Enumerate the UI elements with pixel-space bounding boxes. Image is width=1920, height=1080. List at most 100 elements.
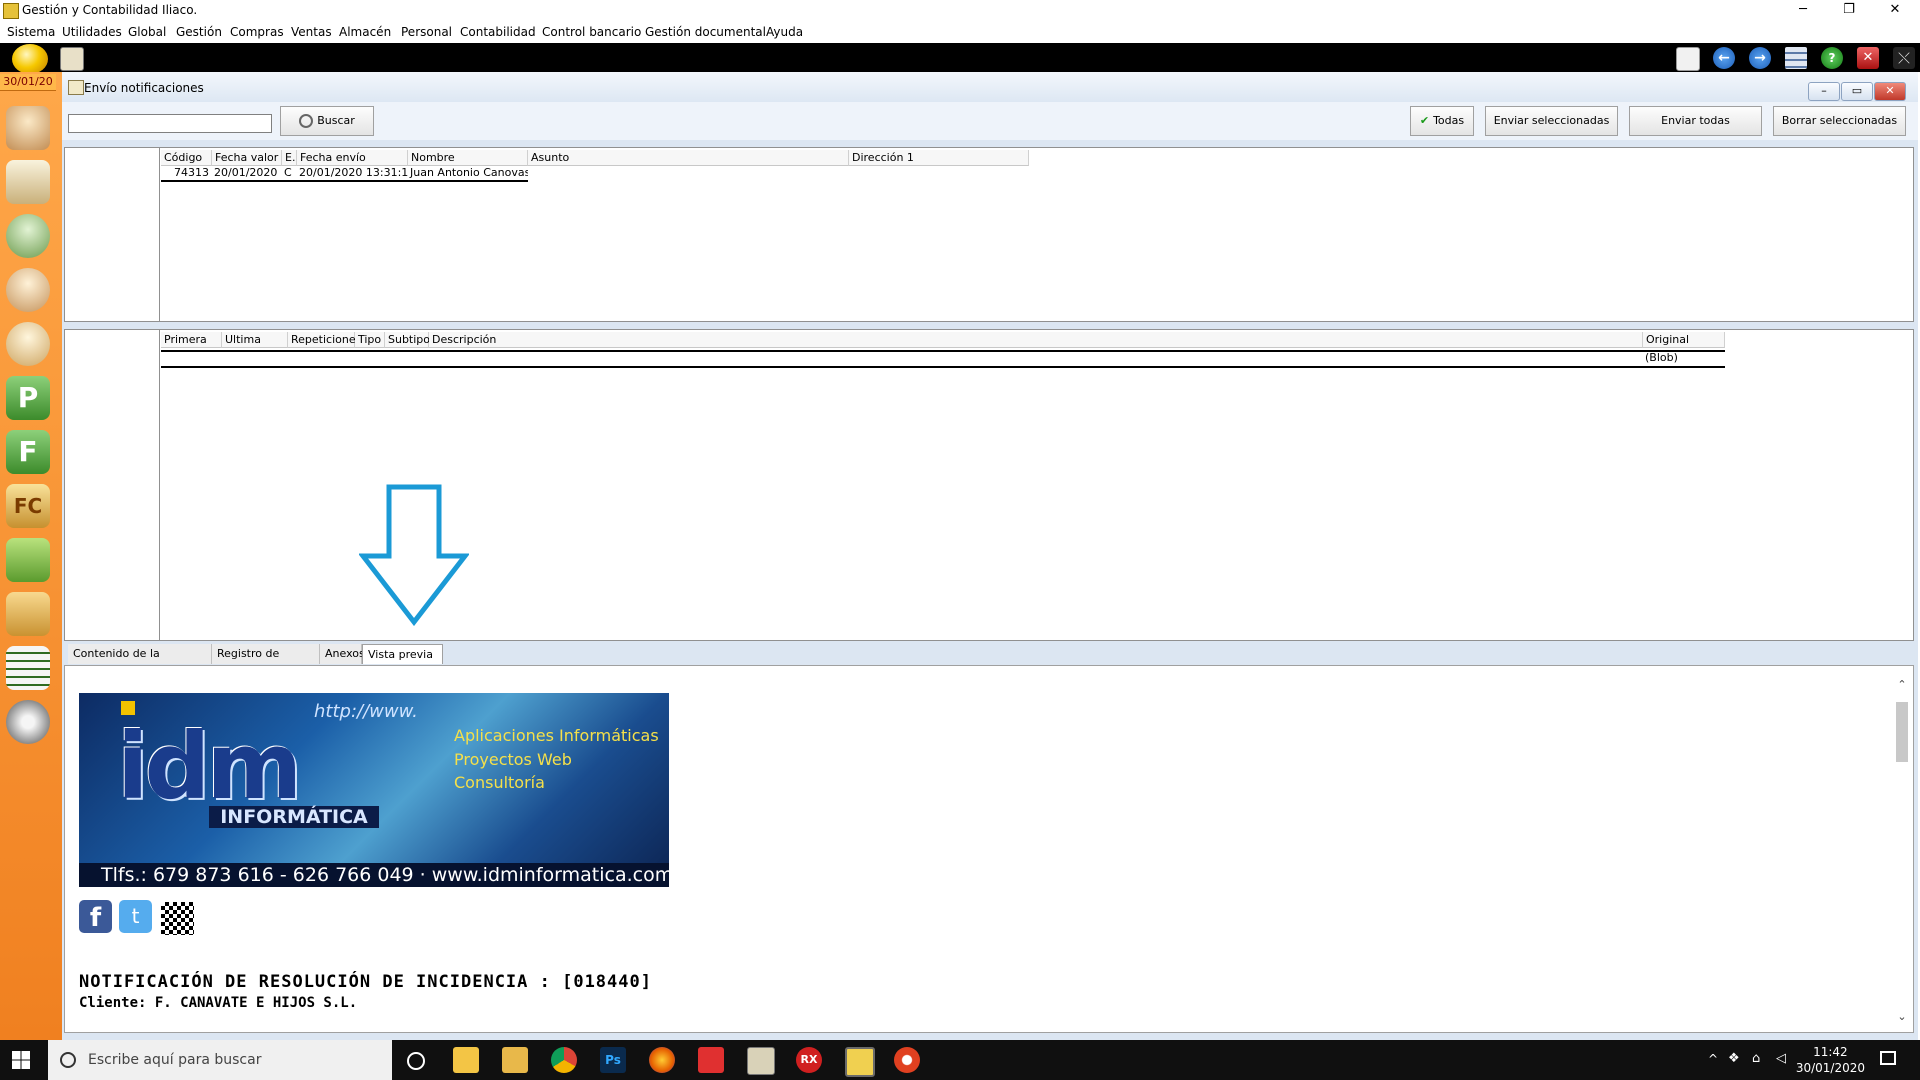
scroll-up-icon[interactable]: ⌃ — [1895, 678, 1909, 692]
list-report-icon[interactable] — [6, 646, 50, 690]
col-asunto[interactable]: Asunto — [528, 150, 849, 166]
col-subtipo[interactable]: Subtipo — [385, 332, 430, 348]
tray-chevron-icon[interactable]: ^ — [1708, 1052, 1718, 1066]
table-row[interactable]: 74313 20/01/2020 C 20/01/2020 13:31:14 J… — [161, 166, 528, 182]
gestion-app-icon[interactable] — [845, 1047, 875, 1077]
menu-gestion-documental[interactable]: Gestión documental — [645, 25, 766, 39]
notifications-table: Código Fecha valor E. Fecha envío Nombre… — [161, 150, 1111, 182]
inner-close-button[interactable]: ✕ — [1874, 82, 1906, 101]
close-window-icon[interactable]: ✕ — [1857, 47, 1879, 69]
menu-utilidades[interactable]: Utilidades — [62, 25, 122, 39]
facebook-icon[interactable]: f — [79, 900, 112, 933]
menu-almacen[interactable]: Almacén — [339, 25, 391, 39]
forward-arrow-icon[interactable]: → — [1749, 47, 1771, 69]
col-descripcion[interactable]: Descripción — [429, 332, 1643, 348]
col-ultima[interactable]: Ultima — [222, 332, 288, 348]
inner-window-title: Envío notificaciones — [84, 81, 204, 95]
client-icon[interactable] — [6, 214, 50, 258]
scroll-thumb[interactable] — [1896, 702, 1908, 762]
col-estado[interactable]: E. — [282, 150, 297, 166]
search-input[interactable] — [68, 114, 272, 133]
media-app-icon[interactable] — [894, 1047, 920, 1073]
inner-maximize-button[interactable]: ▭ — [1841, 82, 1873, 101]
borrar-seleccionadas-button[interactable]: Borrar seleccionadas — [1773, 106, 1906, 136]
exit-tools-icon[interactable]: ⤬ — [1893, 47, 1915, 69]
menu-global[interactable]: Global — [128, 25, 166, 39]
home-orb-icon[interactable] — [12, 44, 48, 74]
search-icon — [60, 1052, 76, 1068]
inner-minimize-button[interactable]: – — [1808, 82, 1840, 101]
menu-control-bancario[interactable]: Control bancario — [542, 25, 641, 39]
minimize-button[interactable]: ─ — [1780, 0, 1826, 22]
enviar-todas-button[interactable]: Enviar todas — [1629, 106, 1762, 136]
search-button[interactable]: Buscar — [280, 106, 374, 136]
col-primera[interactable]: Primera — [161, 332, 222, 348]
banner-service-3: Consultoría — [454, 773, 545, 792]
twitter-icon[interactable]: t — [119, 900, 152, 933]
provider-icon[interactable] — [6, 268, 50, 312]
menu-gestion[interactable]: Gestión — [176, 25, 222, 39]
maximize-button[interactable]: ❐ — [1826, 0, 1872, 22]
company-banner-image: idm INFORMÁTICA http://www. Aplicaciones… — [79, 693, 669, 887]
table-row[interactable]: (Blob) — [161, 350, 1725, 368]
help-icon[interactable]: ? — [1821, 47, 1843, 69]
menu-sistema[interactable]: Sistema — [7, 25, 55, 39]
volume-icon[interactable]: ◁ — [1776, 1051, 1786, 1066]
tab-registro-eventos[interactable]: Registro de eventos — [212, 644, 320, 680]
taskbar-search[interactable]: Escribe aquí para buscar — [48, 1040, 392, 1080]
anydesk-icon[interactable] — [698, 1047, 724, 1073]
checkmark-icon: ✔ — [1419, 114, 1430, 127]
col-fecha-envio[interactable]: Fecha envío — [297, 150, 408, 166]
firefox-icon[interactable] — [649, 1047, 675, 1073]
enviar-seleccionadas-button[interactable]: Enviar seleccionadas — [1485, 106, 1618, 136]
folder-icon[interactable] — [6, 592, 50, 636]
scroll-down-icon[interactable]: ⌄ — [1895, 1010, 1909, 1024]
notification-heading: NOTIFICACIÓN DE RESOLUCIÓN DE INCIDENCIA… — [79, 972, 652, 992]
col-repeticiones[interactable]: Repeticiones — [288, 332, 361, 348]
back-arrow-icon[interactable]: ← — [1713, 47, 1735, 69]
cell-original: (Blob) — [1645, 351, 1678, 364]
cash-icon[interactable] — [6, 538, 50, 582]
chrome-icon[interactable] — [551, 1047, 577, 1073]
col-fecha-valor[interactable]: Fecha valor — [212, 150, 282, 166]
budget-p-icon[interactable]: P — [6, 376, 50, 420]
col-codigo[interactable]: Código — [161, 150, 212, 166]
windows-list-icon[interactable] — [1785, 47, 1807, 69]
events-table: Primera Ultima Repeticiones Tipo Subtipo… — [161, 332, 1761, 368]
col-direccion-1[interactable]: Dirección 1 — [849, 150, 1029, 166]
tab-vista-previa-html[interactable]: Vista previa html — [362, 644, 443, 681]
invoice-f-icon[interactable]: F — [6, 430, 50, 474]
menu-ayuda[interactable]: Ayuda — [766, 25, 803, 39]
agenda-icon[interactable] — [6, 160, 50, 204]
tools-disc-icon[interactable] — [6, 700, 50, 744]
menu-contabilidad[interactable]: Contabilidad — [460, 25, 536, 39]
todas-button[interactable]: ✔ Todas — [1410, 106, 1474, 136]
explorer-icon[interactable] — [502, 1047, 528, 1073]
purchase-invoice-icon[interactable]: FC — [6, 484, 50, 528]
col-original[interactable]: Original — [1643, 332, 1725, 348]
notification-icon[interactable] — [1676, 47, 1700, 71]
menu-ventas[interactable]: Ventas — [291, 25, 332, 39]
col-tipo[interactable]: Tipo — [355, 332, 385, 348]
close-button[interactable]: ✕ — [1872, 0, 1918, 22]
taskbar-clock[interactable]: 11:42 30/01/2020 — [1796, 1044, 1865, 1076]
windows-start-icon[interactable] — [12, 1051, 30, 1069]
rx-app-icon[interactable]: RX — [796, 1047, 822, 1073]
photoshop-icon[interactable]: Ps — [600, 1047, 626, 1073]
tab-contenido-notificacion[interactable]: Contenido de la notificación — [68, 644, 212, 680]
network-icon[interactable]: ⌂ — [1752, 1051, 1760, 1066]
qr-code-icon[interactable] — [159, 900, 196, 937]
menu-compras[interactable]: Compras — [230, 25, 284, 39]
notes-app-icon[interactable] — [747, 1047, 775, 1075]
preview-vertical-scrollbar[interactable]: ⌃ ⌄ — [1895, 678, 1909, 1024]
task-view-icon[interactable] — [407, 1052, 425, 1070]
file-manager-icon[interactable] — [453, 1047, 479, 1073]
tab-anexos[interactable]: Anexos — [320, 644, 365, 664]
col-nombre[interactable]: Nombre — [408, 150, 528, 166]
creditor-icon[interactable] — [6, 322, 50, 366]
menu-personal[interactable]: Personal — [401, 25, 452, 39]
notifications-center-icon[interactable] — [1880, 1051, 1896, 1065]
users-group-icon[interactable] — [6, 106, 50, 150]
mail-icon[interactable] — [60, 47, 84, 71]
dropbox-icon[interactable]: ❖ — [1728, 1051, 1740, 1066]
